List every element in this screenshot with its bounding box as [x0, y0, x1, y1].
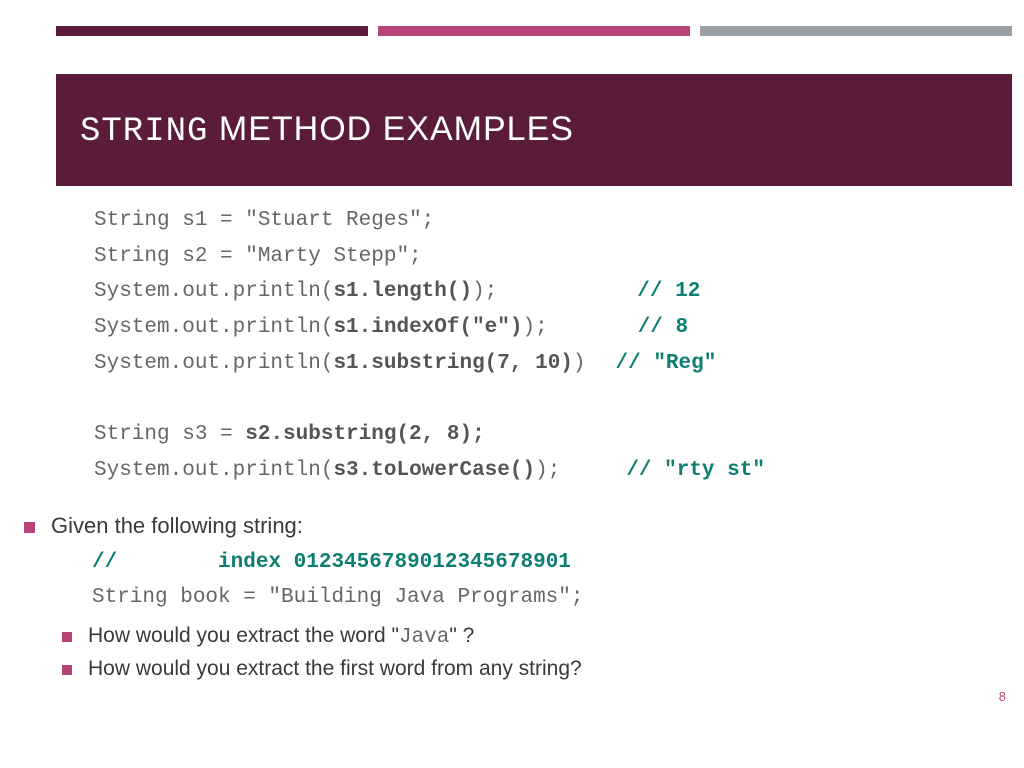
bullet-marker-icon [62, 632, 72, 642]
bullet-intro: Given the following string: [24, 513, 1000, 539]
accent-seg-dark [56, 26, 368, 36]
bullet-text: How would you extract the word "Java" ? [88, 624, 474, 649]
bullet-text: Given the following string: [51, 513, 303, 539]
code-line: String book = "Building Java Programs"; [92, 580, 1000, 616]
code-line: String s3 = s2.substring(2, 8); [94, 417, 1000, 453]
bullet-q1: How would you extract the word "Java" ? [62, 624, 1000, 649]
accent-seg-pink [378, 26, 690, 36]
bullet-q2: How would you extract the first word fro… [62, 657, 1000, 681]
code-block-2: // index 0123456789012345678901 String b… [92, 545, 1000, 616]
bullet-marker-icon [24, 522, 35, 533]
title-sans: METHOD EXAMPLES [208, 110, 574, 148]
code-line: String s1 = "Stuart Reges"; [94, 203, 1000, 239]
code-line: System.out.println(s1.substring(7, 10))/… [94, 346, 1000, 382]
bullet-list: Given the following string: // index 012… [24, 513, 1000, 681]
code-block-1: String s1 = "Stuart Reges"; String s2 = … [94, 203, 1000, 489]
accent-seg-gray [700, 26, 1012, 36]
blank-line [94, 381, 1000, 417]
content-area: String s1 = "Stuart Reges"; String s2 = … [24, 203, 1000, 687]
code-line: System.out.println(s1.length());// 12 [94, 274, 1000, 310]
title-bar: STRING METHOD EXAMPLES [56, 74, 1012, 186]
bullet-text: How would you extract the first word fro… [88, 657, 582, 681]
title-mono: STRING [80, 113, 208, 151]
page-number: 8 [999, 689, 1006, 704]
code-line: String s2 = "Marty Stepp"; [94, 239, 1000, 275]
bullet-marker-icon [62, 665, 72, 675]
code-line: // index 0123456789012345678901 [92, 545, 1000, 581]
accent-row [56, 26, 1012, 36]
slide-title: STRING METHOD EXAMPLES [80, 110, 574, 151]
code-line: System.out.println(s1.indexOf("e"));// 8 [94, 310, 1000, 346]
code-line: System.out.println(s3.toLowerCase());// … [94, 453, 1000, 489]
